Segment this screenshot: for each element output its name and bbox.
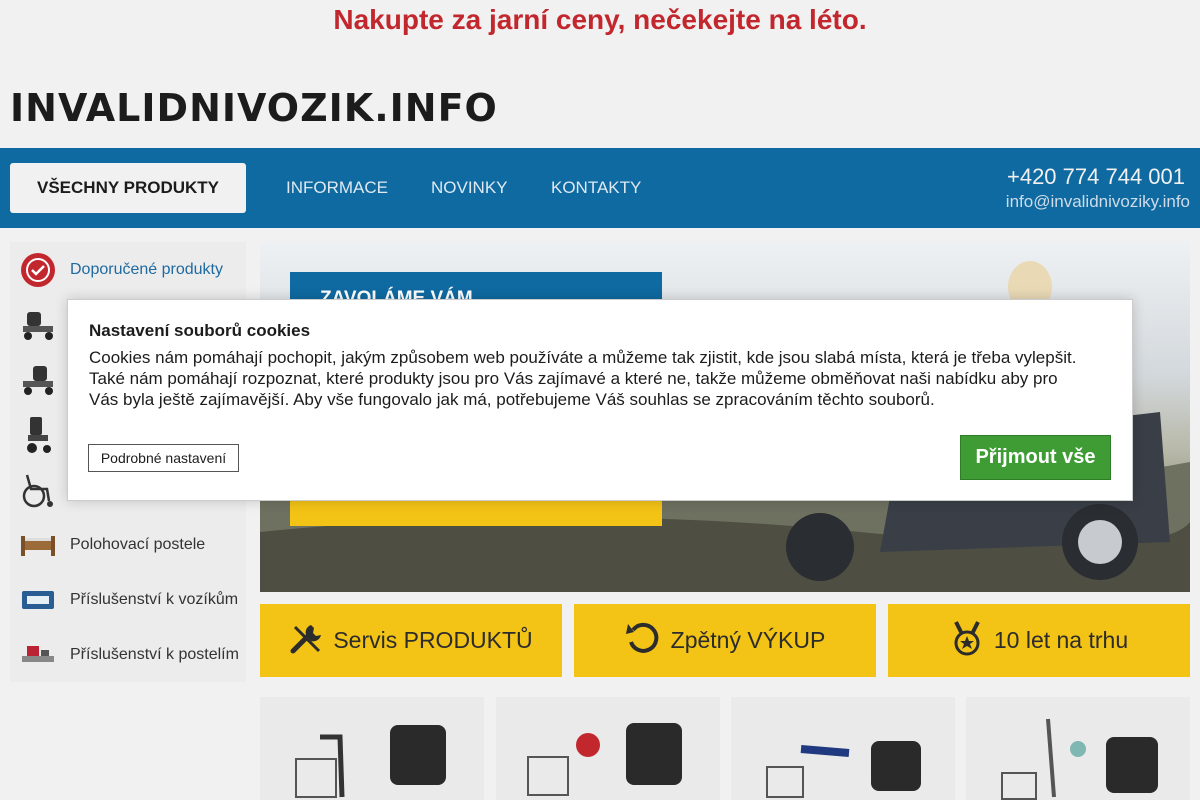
sidebar-item-bed-accessories[interactable]: Příslušenství k postelím xyxy=(10,627,246,682)
bed-accessory-icon xyxy=(18,635,58,675)
return-arrow-icon xyxy=(625,620,661,662)
product-card[interactable] xyxy=(260,697,484,800)
wheelchair-icon xyxy=(18,470,58,510)
tools-icon xyxy=(289,621,323,661)
sidebar-item-beds[interactable]: Polohovací postele xyxy=(10,517,246,572)
product-image xyxy=(295,725,446,798)
mobility-scooter-icon xyxy=(18,360,58,400)
nav-link-kontakty[interactable]: KONTAKTY xyxy=(551,178,641,198)
cookie-consent-dialog: Nastavení souborů cookies Cookies nám po… xyxy=(67,299,1133,501)
cookie-settings-button[interactable]: Podrobné nastavení xyxy=(88,444,239,472)
sidebar-item-label: Příslušenství k vozíkům xyxy=(70,590,239,608)
feature-strip: Servis PRODUKTŮ Zpětný VÝKUP 10 let na t… xyxy=(260,604,1190,677)
product-card[interactable] xyxy=(496,697,720,800)
main-navigation: VŠECHNY PRODUKTY INFORMACE NOVINKY KONTA… xyxy=(0,148,1200,228)
mobility-scooter-icon xyxy=(18,305,58,345)
all-products-button[interactable]: VŠECHNY PRODUKTY xyxy=(10,163,246,213)
recommended-badge-icon xyxy=(18,250,58,290)
cookie-accept-all-button[interactable]: Přijmout vše xyxy=(960,435,1111,480)
feature-buyback[interactable]: Zpětný VÝKUP xyxy=(574,604,876,677)
promo-banner: Nakupte za jarní ceny, nečekejte na léto… xyxy=(333,4,867,35)
product-card[interactable] xyxy=(731,697,955,800)
sidebar-item-label: Polohovací postele xyxy=(70,535,206,553)
feature-years[interactable]: 10 let na trhu xyxy=(888,604,1190,677)
electric-wheelchair-icon xyxy=(18,415,58,455)
feature-buyback-label: Zpětný VÝKUP xyxy=(670,627,826,653)
product-image xyxy=(766,741,921,798)
feature-service-label: Servis PRODUKTŮ xyxy=(333,627,533,653)
site-logo[interactable]: INVALIDNIVOZIK.INFO xyxy=(10,86,498,130)
nav-link-novinky[interactable]: NOVINKY xyxy=(431,178,508,198)
cookie-dialog-text: Cookies nám pomáhají pochopit, jakým způ… xyxy=(89,348,1077,409)
medal-icon xyxy=(950,620,984,662)
cookie-dialog-title: Nastavení souborů cookies xyxy=(89,321,311,340)
feature-years-label: 10 let na trhu xyxy=(993,627,1129,653)
nav-link-informace[interactable]: INFORMACE xyxy=(286,178,388,198)
product-grid xyxy=(260,697,1190,800)
bed-icon xyxy=(18,525,58,565)
sidebar-item-label: Doporučené produkty xyxy=(70,260,223,278)
sidebar-item-wheelchair-accessories[interactable]: Příslušenství k vozíkům xyxy=(10,572,246,627)
phone-number[interactable]: +420 774 744 001 xyxy=(1007,164,1185,190)
wheelchair-accessory-icon xyxy=(18,580,58,620)
product-card[interactable] xyxy=(966,697,1190,800)
sidebar-item-recommended[interactable]: Doporučené produkty xyxy=(10,242,246,297)
product-image xyxy=(1001,718,1158,800)
email-address[interactable]: info@invalidnivoziky.info xyxy=(1006,192,1190,212)
sidebar-item-label: Příslušenství k postelím xyxy=(70,645,239,663)
feature-service[interactable]: Servis PRODUKTŮ xyxy=(260,604,562,677)
product-image xyxy=(527,723,682,796)
